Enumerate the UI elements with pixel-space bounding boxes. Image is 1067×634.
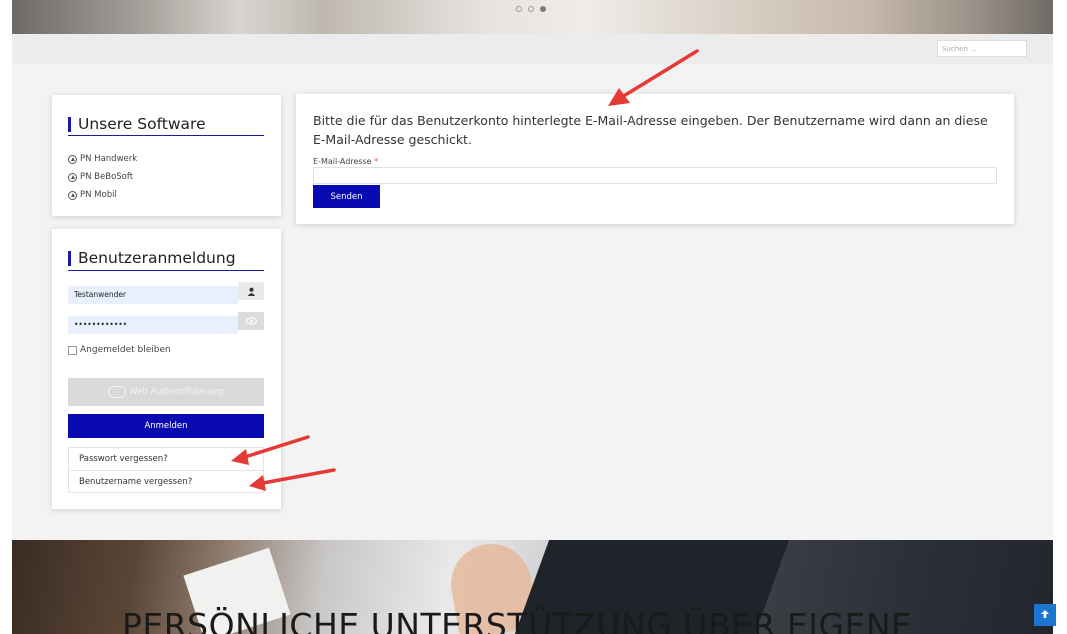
software-list: PN Handwerk PN BeBoSoft PN Mobil [68, 150, 137, 204]
circle-arrow-up-icon [68, 190, 77, 200]
fingerprint-key-icon [108, 386, 127, 398]
password-field [68, 312, 264, 334]
web-authentication-button[interactable]: Web Authentifizierung [68, 378, 264, 406]
username-field [68, 282, 264, 304]
hero-banner-top [12, 0, 1053, 34]
carousel-dots [516, 6, 546, 12]
software-item[interactable]: PN Handwerk [68, 150, 137, 168]
login-links: Passwort vergessen? Benutzername vergess… [68, 447, 264, 493]
software-item[interactable]: PN Mobil [68, 186, 137, 204]
search-bar [12, 34, 1053, 64]
software-item[interactable]: PN BeBoSoft [68, 168, 137, 186]
software-module: Unsere Software PN Handwerk PN BeBoSoft … [52, 95, 281, 216]
software-module-title: Unsere Software [68, 115, 206, 133]
page: Unsere Software PN Handwerk PN BeBoSoft … [12, 0, 1053, 634]
carousel-dot[interactable] [516, 6, 522, 12]
scroll-to-top-button[interactable] [1034, 604, 1056, 626]
circle-arrow-up-icon [68, 172, 77, 182]
email-input[interactable] [313, 167, 997, 184]
login-button[interactable]: Anmelden [68, 414, 264, 438]
required-mark: * [374, 157, 379, 166]
instruction-text: Bitte die für das Benutzerkonto hinterle… [313, 113, 988, 147]
hero-banner-bottom: PERSÖNLICHE UNTERSTÜTZUNG ÜBER EIGENE [12, 540, 1053, 634]
login-module: Benutzeranmeldung Angemeldet bleiben Web… [52, 229, 281, 509]
forgot-password-link[interactable]: Passwort vergessen? [69, 448, 263, 470]
username-reminder-form: Bitte die für das Benutzerkonto hinterle… [296, 94, 1014, 224]
title-rule [68, 135, 264, 136]
send-button[interactable]: Senden [313, 185, 380, 208]
eye-icon[interactable] [238, 312, 264, 330]
arrow-up-icon [1040, 608, 1050, 622]
title-rule [68, 270, 264, 271]
carousel-dot-active[interactable] [540, 6, 546, 12]
remember-checkbox[interactable] [68, 345, 77, 355]
hero-title: PERSÖNLICHE UNTERSTÜTZUNG ÜBER EIGENE [122, 606, 913, 634]
username-input[interactable] [68, 285, 238, 304]
circle-arrow-up-icon [68, 154, 77, 164]
password-input[interactable] [68, 315, 238, 334]
user-icon [238, 282, 264, 300]
search-input[interactable] [937, 40, 1027, 57]
remember-me[interactable]: Angemeldet bleiben [68, 345, 171, 355]
carousel-dot[interactable] [528, 6, 534, 12]
login-module-title: Benutzeranmeldung [68, 249, 236, 267]
forgot-username-link[interactable]: Benutzername vergessen? [69, 470, 263, 492]
email-label: E-Mail-Adresse * [313, 157, 379, 166]
